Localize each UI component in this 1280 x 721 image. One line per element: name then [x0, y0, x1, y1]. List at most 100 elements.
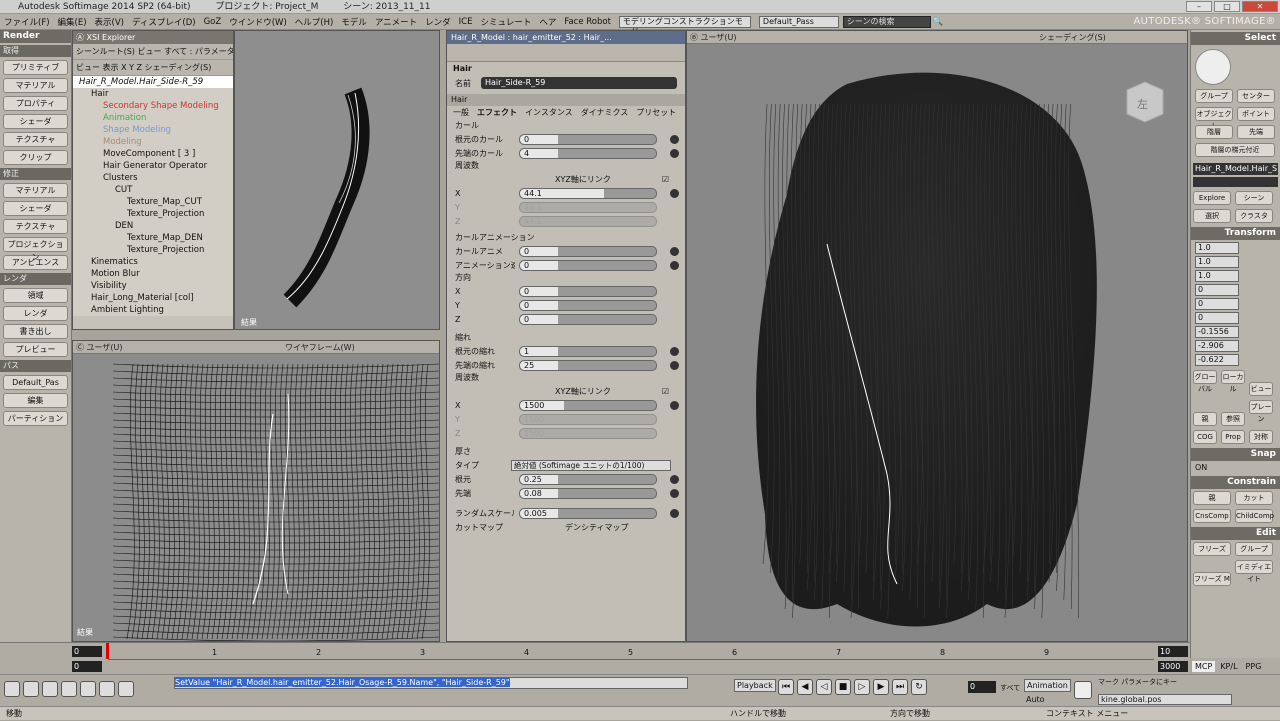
selection-field[interactable]: [1193, 177, 1278, 187]
left-tool-button[interactable]: クリップ: [3, 150, 68, 165]
tree-node[interactable]: Clusters: [73, 172, 233, 184]
left-tool-button[interactable]: プリミティブ: [3, 60, 68, 75]
pos-z-field[interactable]: -0.622: [1195, 354, 1239, 366]
script-command-line[interactable]: SetValue "Hair_R_Model.hair_emitter_52.H…: [174, 677, 688, 689]
left-tool-button[interactable]: 編集: [3, 393, 68, 408]
left-tool-button[interactable]: マテリアル: [3, 78, 68, 93]
current-frame-field[interactable]: 0: [968, 681, 996, 693]
next-key-icon[interactable]: ▶: [873, 679, 889, 695]
tree-node[interactable]: Ambient Lighting: [73, 304, 233, 316]
play-icon[interactable]: ▷: [854, 679, 870, 695]
animation-icon[interactable]: [670, 346, 679, 356]
tree-node[interactable]: Texture_Map_CUT: [73, 196, 233, 208]
timeline-ruler[interactable]: 1 2 3 4 5 6 7 8 9: [108, 646, 1154, 660]
loop-icon[interactable]: ↻: [911, 679, 927, 695]
dir-x-slider[interactable]: 0: [519, 285, 657, 297]
animation-icon[interactable]: [670, 400, 679, 410]
menu-goz[interactable]: GoZ: [200, 17, 226, 27]
tab-mcp[interactable]: MCP: [1192, 660, 1216, 672]
tree-node[interactable]: Texture_Map_DEN: [73, 232, 233, 244]
group-button[interactable]: グループ: [1195, 89, 1233, 103]
menu-help[interactable]: ヘルプ(H): [291, 16, 338, 28]
subtab-instance[interactable]: インスタンス: [525, 106, 573, 120]
anim-speed-slider[interactable]: 0: [519, 259, 657, 271]
local-button[interactable]: ローカル: [1221, 370, 1245, 393]
tip-curl-slider[interactable]: 4: [519, 147, 657, 159]
rot-z-field[interactable]: 0: [1195, 312, 1239, 324]
layout-icon[interactable]: [42, 681, 58, 697]
tree-node[interactable]: MoveComponent [ 3 ]: [73, 148, 233, 160]
tip-button[interactable]: 先端: [1237, 125, 1275, 139]
parent-button[interactable]: 親: [1193, 412, 1217, 426]
thick-root-slider[interactable]: 0.25: [519, 473, 657, 485]
point-button[interactable]: ポイント: [1237, 107, 1275, 121]
search-icon[interactable]: 🔍: [933, 17, 944, 27]
rot-x-field[interactable]: 0: [1195, 284, 1239, 296]
menu-window[interactable]: ウインドウ(W): [225, 16, 291, 28]
layout-icon[interactable]: [4, 681, 20, 697]
explorer-toolbar-2[interactable]: ビュー 表示 X Y Z シェーディング(S): [73, 60, 233, 76]
minimize-button[interactable]: –: [1186, 1, 1212, 12]
menu-edit[interactable]: 編集(E): [54, 16, 91, 28]
scene-button[interactable]: シーン: [1235, 191, 1273, 205]
pos-y-field[interactable]: -2.906: [1195, 340, 1239, 352]
play-back-icon[interactable]: ◁: [816, 679, 832, 695]
left-tool-button[interactable]: プロパティ: [3, 96, 68, 111]
playhead[interactable]: [106, 643, 109, 659]
global-button[interactable]: グローバル: [1193, 370, 1217, 393]
end-frame-field-2[interactable]: 3000: [1158, 661, 1188, 672]
ppg-toolbar[interactable]: [447, 44, 685, 62]
viewport-bottom-left[interactable]: Ⓒ ユーザ(U) ワイヤフレーム(W) 結果: [72, 340, 440, 642]
snap-on-toggle[interactable]: ON: [1191, 461, 1280, 474]
tree-node[interactable]: Hair Generator Operator: [73, 160, 233, 172]
left-tool-button[interactable]: パーティション: [3, 411, 68, 426]
random-scale-slider[interactable]: 0.005: [519, 507, 657, 519]
density-map-label[interactable]: デンシティマップ: [565, 522, 629, 533]
viewport-top-right[interactable]: 結果: [234, 30, 440, 330]
explore-button[interactable]: Explore: [1193, 191, 1231, 205]
left-tool-button[interactable]: テクスチャ: [3, 219, 68, 234]
layout-icon[interactable]: [23, 681, 39, 697]
tree-node[interactable]: Modeling: [73, 136, 233, 148]
link-checkbox[interactable]: ☑: [662, 175, 669, 184]
menu-file[interactable]: ファイル(F): [0, 16, 54, 28]
start-frame-field-2[interactable]: 0: [72, 661, 102, 672]
first-frame-icon[interactable]: ⏮: [778, 679, 794, 695]
scale-z-field[interactable]: 1.0: [1195, 270, 1239, 282]
left-tool-button[interactable]: マテリアル: [3, 183, 68, 198]
menu-model[interactable]: モデル: [337, 16, 371, 28]
menu-ice[interactable]: ICE: [455, 17, 477, 27]
cog-button[interactable]: COG: [1193, 430, 1217, 444]
layout-icon[interactable]: [118, 681, 134, 697]
tree-node[interactable]: Secondary Shape Modeling: [73, 100, 233, 112]
maximize-button[interactable]: □: [1214, 1, 1240, 12]
animation-button[interactable]: Animation: [1024, 679, 1071, 692]
thick-tip-slider[interactable]: 0.08: [519, 487, 657, 499]
animation-icon[interactable]: [670, 246, 679, 256]
start-frame-field[interactable]: 0: [72, 646, 102, 657]
left-tool-button[interactable]: プレビュー: [3, 342, 68, 357]
freeze-button[interactable]: フリーズ: [1193, 542, 1231, 556]
animation-icon[interactable]: [670, 488, 679, 498]
left-tool-button[interactable]: レンダ: [3, 306, 68, 321]
tab-kpl[interactable]: KP/L: [1217, 661, 1240, 672]
link-checkbox[interactable]: ☑: [662, 387, 669, 396]
rot-y-field[interactable]: 0: [1195, 298, 1239, 310]
freq-x-slider[interactable]: 44.1: [519, 187, 657, 199]
center-button[interactable]: センター: [1237, 89, 1275, 103]
tab-ppg[interactable]: PPG: [1243, 661, 1265, 672]
symmetry-button[interactable]: 対称: [1249, 430, 1273, 444]
selected-object-name[interactable]: Hair_R_Model.Hair_S: [1193, 163, 1278, 175]
prop-button[interactable]: Prop: [1221, 430, 1245, 444]
plane-button[interactable]: プレーン: [1249, 400, 1273, 423]
view-cube-icon[interactable]: 左: [1126, 81, 1164, 123]
layout-icon[interactable]: [80, 681, 96, 697]
end-frame-field[interactable]: 10: [1158, 646, 1188, 657]
playback-button[interactable]: Playback: [734, 679, 776, 692]
reference-button[interactable]: 参照: [1221, 412, 1245, 426]
close-button[interactable]: ✕: [1242, 1, 1278, 12]
timeline[interactable]: 0 0 1 2 3 4 5 6 7 8 9 10 3000: [0, 642, 1190, 674]
left-tool-button[interactable]: 領域: [3, 288, 68, 303]
immediate-button[interactable]: イミディエイト: [1235, 560, 1273, 583]
childcomp-button[interactable]: ChildComp: [1235, 509, 1274, 523]
